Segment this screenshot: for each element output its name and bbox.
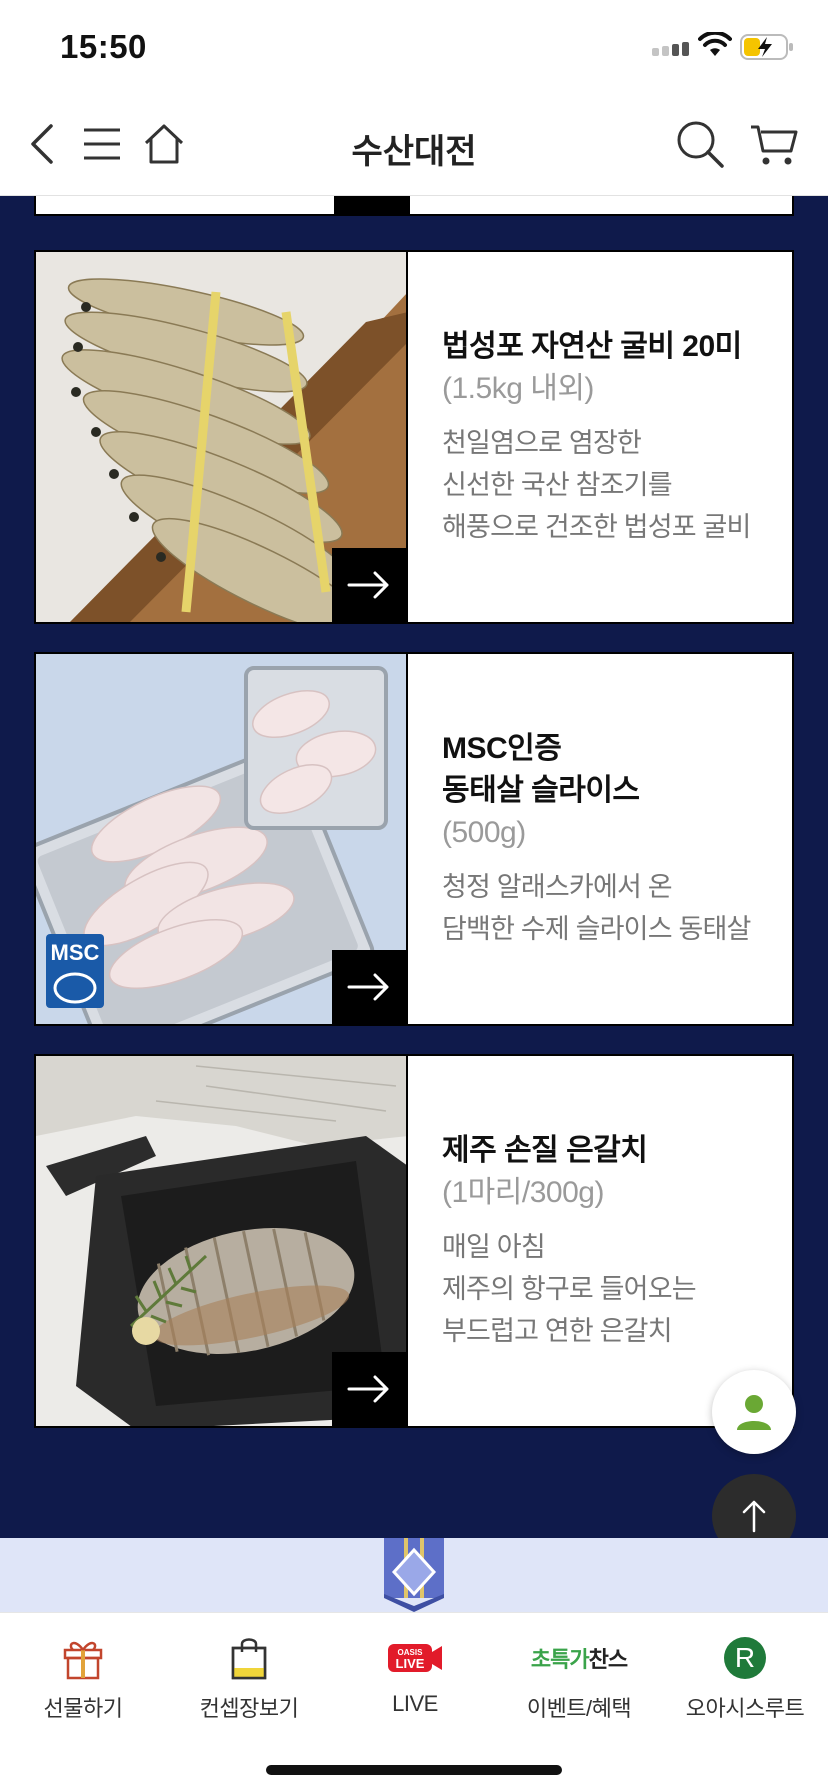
- status-time: 15:50: [60, 28, 147, 65]
- product-image-gulbi: [36, 252, 408, 622]
- arrow-up-icon: [742, 1500, 766, 1533]
- product-text: 제주 손질 은갈치 (1마리/300g) 매일 아침 제주의 항구로 들어오는 …: [408, 1056, 792, 1426]
- event-icon-text-green: 초특가: [530, 1647, 590, 1672]
- product-desc-line: 신선한 국산 참조기를: [442, 470, 673, 500]
- tab-label: 선물하기: [43, 1696, 123, 1721]
- tab-gift[interactable]: 선물하기: [0, 1631, 166, 1731]
- product-weight: (1마리/300g): [442, 1176, 604, 1209]
- nav-bar: 수산대전: [0, 96, 828, 196]
- svg-text:LIVE: LIVE: [396, 1656, 425, 1671]
- product-card[interactable]: 제주 손질 은갈치 (1마리/300g) 매일 아침 제주의 항구로 들어오는 …: [34, 1054, 794, 1428]
- tab-live[interactable]: OASIS LIVE LIVE: [332, 1631, 498, 1731]
- product-name: 법성포 자연산 굴비 20미: [442, 330, 742, 363]
- tab-label: 컨셉장보기: [199, 1696, 299, 1721]
- arrow-button[interactable]: [332, 548, 406, 622]
- ribbon-diamond-decoration: [384, 1538, 444, 1612]
- battery-charging-icon: [740, 34, 793, 60]
- product-image-pollock: MSC: [36, 654, 408, 1024]
- shopping-bag-icon: [229, 1631, 269, 1685]
- product-desc-line: 천일염으로 염장한: [442, 428, 642, 458]
- bottom-tab-bar: 선물하기 컨셉장보기 OASIS LIVE LIVE 초특가 찬스 이벤트/혜택…: [0, 1612, 828, 1792]
- route-icon: R: [724, 1631, 766, 1685]
- product-list: 법성포 자연산 굴비 20미 (1.5kg 내외) 천일염으로 염장한 신선한 …: [0, 196, 828, 1538]
- tab-concept-shopping[interactable]: 컨셉장보기: [166, 1631, 332, 1731]
- tab-label: 이벤트/혜택: [526, 1696, 632, 1721]
- tab-event[interactable]: 초특가 찬스 이벤트/혜택: [496, 1631, 662, 1731]
- tab-label: 오아시스루트: [685, 1696, 805, 1721]
- person-icon: [737, 1395, 771, 1430]
- product-weight: (1.5kg 내외): [442, 372, 594, 405]
- my-page-floating-button[interactable]: [712, 1370, 796, 1454]
- arrow-right-icon: [347, 1375, 389, 1403]
- tab-oasis-route[interactable]: R 오아시스루트: [662, 1631, 828, 1731]
- home-indicator: [266, 1765, 562, 1775]
- product-card-partial[interactable]: [34, 196, 794, 216]
- product-name: MSC인증: [442, 732, 562, 765]
- product-name: 동태살 슬라이스: [442, 774, 640, 807]
- product-desc-line: 제주의 항구로 들어오는: [442, 1274, 697, 1304]
- arrow-button[interactable]: [332, 1352, 406, 1426]
- footer-banner-strip: [0, 1538, 828, 1612]
- product-desc-line: 매일 아침: [442, 1232, 546, 1262]
- arrow-right-icon: [347, 973, 389, 1001]
- product-image-hairtail: [36, 1056, 408, 1426]
- cart-icon: [751, 125, 798, 165]
- product-text: MSC인증 동태살 슬라이스 (500g) 청정 알래스카에서 온 담백한 수제…: [408, 654, 792, 1024]
- product-desc-line: 청정 알래스카에서 온: [442, 872, 673, 902]
- wifi-icon: [698, 32, 732, 56]
- msc-badge: MSC: [46, 934, 104, 1008]
- arrow-button-partial[interactable]: [334, 196, 408, 216]
- product-weight: (500g): [442, 816, 526, 849]
- search-button[interactable]: [670, 114, 730, 174]
- product-desc-line: 부드럽고 연한 은갈치: [442, 1316, 673, 1346]
- screen: 15:50 수산대전 법성포 자연산 굴비 20미 (1.5kg 내외) 천일염…: [0, 0, 828, 1792]
- gift-icon: [61, 1631, 105, 1685]
- arrow-right-icon: [347, 571, 389, 599]
- product-text: 법성포 자연산 굴비 20미 (1.5kg 내외) 천일염으로 염장한 신선한 …: [408, 252, 792, 622]
- tab-label: LIVE: [392, 1691, 438, 1716]
- status-bar: 15:50: [0, 0, 828, 96]
- cart-button[interactable]: [744, 114, 804, 174]
- cellular-signal-icon: [652, 42, 689, 56]
- svg-text:MSC: MSC: [51, 940, 100, 965]
- product-card[interactable]: MSC MSC인증 동태살 슬라이스 (500g) 청정 알래스카에서 온 담백…: [34, 652, 794, 1026]
- arrow-button[interactable]: [332, 950, 406, 1024]
- event-icon-text-dark: 찬스: [588, 1647, 628, 1672]
- oasis-live-icon: OASIS LIVE: [388, 1631, 442, 1685]
- search-icon: [677, 121, 724, 168]
- event-chance-icon: 초특가 찬스: [530, 1631, 628, 1685]
- product-card[interactable]: 법성포 자연산 굴비 20미 (1.5kg 내외) 천일염으로 염장한 신선한 …: [34, 250, 794, 624]
- product-desc-line: 담백한 수제 슬라이스 동태살: [442, 914, 751, 944]
- route-icon-letter: R: [724, 1637, 766, 1679]
- product-name: 제주 손질 은갈치: [442, 1134, 648, 1167]
- product-desc-line: 해풍으로 건조한 법성포 굴비: [442, 512, 751, 542]
